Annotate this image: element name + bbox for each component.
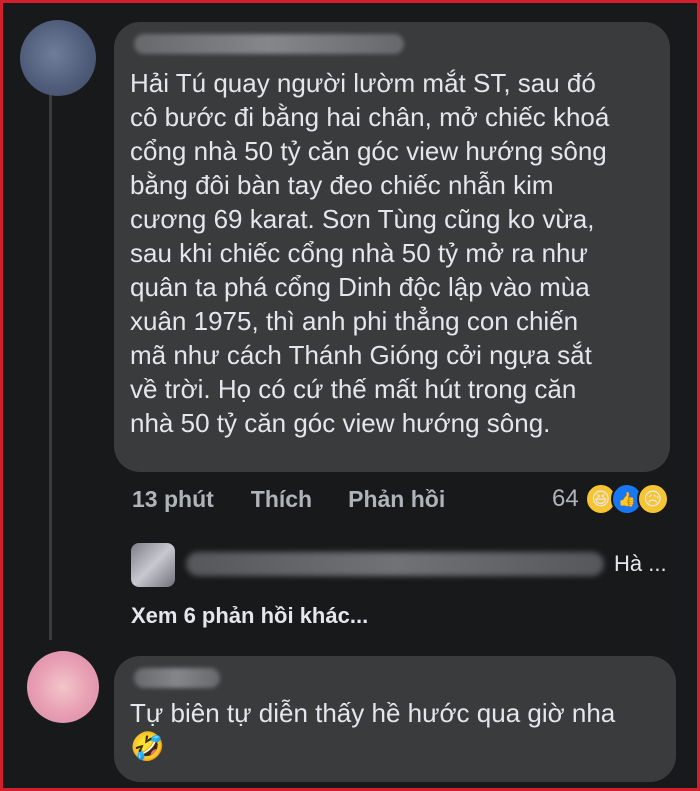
comment2-bubble: Tự biên tự diễn thấy hề hước qua giờ nha… [114, 656, 676, 782]
commenter-name-blurred[interactable] [134, 34, 404, 54]
reply-avatar[interactable] [131, 543, 175, 587]
comment2-text-container: Tự biên tự diễn thấy hề hước qua giờ nha… [130, 696, 660, 764]
reply-preview[interactable]: Hà ... [186, 551, 667, 577]
thread-line [49, 80, 52, 640]
commenter-avatar[interactable] [20, 20, 96, 96]
comment-text: Hải Tú quay người lườm mắt ST, sau đó cô… [130, 68, 610, 438]
reply-preview-tail: Hà ... [614, 551, 667, 576]
comment2-text: Tự biên tự diễn thấy hề hước qua giờ nha [130, 698, 616, 728]
like-button[interactable]: Thích [251, 486, 312, 513]
commenter2-name-blurred[interactable] [134, 668, 220, 688]
comment-timestamp[interactable]: 13 phút [132, 486, 214, 513]
commenter2-avatar[interactable] [27, 651, 99, 723]
reaction-count: 64 [552, 485, 579, 512]
comment-actions: 13 phút Thích Phản hồi [132, 486, 445, 513]
rofl-emoji: 🤣 [130, 731, 165, 762]
reaction-summary[interactable]: 64 😆 👍 😥 [552, 483, 669, 515]
view-more-replies-link[interactable]: Xem 6 phản hồi khác... [131, 603, 368, 629]
reply-button[interactable]: Phản hồi [348, 486, 445, 513]
reply-preview-blurred [186, 552, 604, 576]
comment-bubble: Hải Tú quay người lườm mắt ST, sau đó cô… [114, 22, 670, 472]
sad-emoji-icon: 😥 [636, 483, 669, 515]
